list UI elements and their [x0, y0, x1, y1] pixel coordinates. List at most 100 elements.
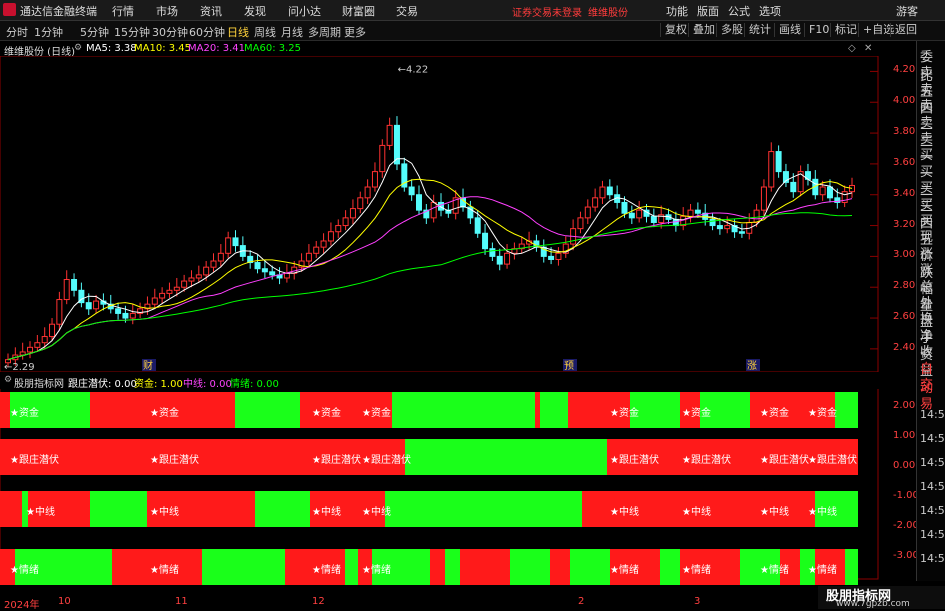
menu-trade[interactable]: 交易	[396, 3, 418, 19]
indicator-row-label: ★跟庄潜伏	[760, 455, 809, 466]
period-daily[interactable]: 日线	[227, 24, 249, 40]
menu-wealth[interactable]: 财富圈	[342, 3, 375, 19]
indicator-segment	[460, 549, 510, 585]
high-price-label: ←4.22	[398, 64, 429, 75]
draw-button[interactable]: 画线	[774, 23, 805, 37]
candle-body	[775, 151, 782, 173]
candle-body	[34, 342, 41, 348]
period-toolbar: 分时 1分钟 5分钟 15分钟 30分钟 60分钟 日线 周线 月线 多周期 更…	[0, 21, 945, 41]
indicator-item-1: 跟庄潜伏: 0.00	[68, 379, 137, 390]
event-marker[interactable]: 预	[564, 360, 574, 372]
period-weekly[interactable]: 周线	[254, 24, 276, 40]
menu-discover[interactable]: 发现	[244, 3, 266, 19]
stats-button[interactable]: 统计	[744, 23, 775, 37]
candle-body	[577, 217, 584, 230]
candle-body	[41, 336, 48, 344]
login-status[interactable]: 证券交易未登录	[512, 4, 582, 19]
indicator-tick-label: -1.00	[893, 490, 919, 501]
candle-body	[159, 292, 166, 299]
candle-body	[716, 225, 723, 230]
indicator-segment	[550, 549, 570, 585]
guest-label[interactable]: 游客	[896, 3, 918, 19]
multi-stock-button[interactable]: 多股	[716, 23, 747, 37]
indicator-tick-label: 0.00	[893, 460, 916, 471]
indicator-row-label: ★资金	[808, 408, 837, 419]
period-60min[interactable]: 60分钟	[189, 24, 225, 40]
indicator-chart[interactable]	[0, 389, 880, 596]
title-bar: 通达信金融终端 行情 市场 资讯 发现 问小达 财富圈 交易 证券交易未登录 维…	[0, 0, 945, 21]
period-more[interactable]: 更多	[344, 24, 366, 40]
indicator-row-label: ★跟庄潜伏	[362, 455, 411, 466]
menu-ask[interactable]: 问小达	[288, 3, 321, 19]
menu-function[interactable]: 功能	[666, 3, 688, 19]
period-monthly[interactable]: 月线	[281, 24, 303, 40]
price-chart[interactable]: ←4.22 ←2.29 财 预 涨	[0, 56, 880, 372]
menu-options[interactable]: 选项	[759, 3, 781, 19]
candle-body	[504, 252, 511, 265]
candle-body	[254, 262, 261, 270]
period-1min[interactable]: 1分钟	[34, 24, 63, 40]
adjust-button[interactable]: 复权	[660, 23, 691, 37]
menu-quotes[interactable]: 行情	[112, 3, 134, 19]
candle-body	[592, 197, 599, 208]
indicator-row-label: ★中线	[26, 507, 55, 518]
candle-body	[166, 289, 173, 294]
y-tick-label: 4.20	[893, 64, 916, 76]
indicator-segment	[345, 549, 358, 585]
candle-body	[489, 248, 496, 257]
candle-body	[320, 240, 327, 248]
candle-body	[430, 201, 437, 219]
candle-body	[173, 286, 180, 291]
period-tick[interactable]: 分时	[6, 24, 28, 40]
indicator-row-label: ★跟庄潜伏	[610, 455, 659, 466]
indicator-settings-icon[interactable]: ⚙	[4, 375, 12, 385]
indicator-row-label: ★跟庄潜伏	[682, 455, 731, 466]
indicator-row-label: ★跟庄潜伏	[808, 455, 857, 466]
candle-body	[393, 124, 400, 165]
period-5min[interactable]: 5分钟	[80, 24, 109, 40]
candle-body	[408, 186, 415, 196]
back-button[interactable]: 返回	[890, 23, 921, 37]
close-icon[interactable]: ✕	[864, 43, 872, 54]
period-multi[interactable]: 多周期	[308, 24, 341, 40]
indicator-row-label: ★跟庄潜伏	[10, 455, 59, 466]
candle-body	[650, 215, 657, 223]
indicator-row-label: ★中线	[610, 507, 639, 518]
menu-news[interactable]: 资讯	[200, 3, 222, 19]
mark-button[interactable]: 标记	[830, 23, 861, 37]
indicator-segment	[510, 549, 550, 585]
indicator-segment	[570, 549, 610, 585]
menu-layout[interactable]: 版面	[697, 3, 719, 19]
candle-body	[269, 271, 276, 276]
indicator-segment	[845, 549, 858, 585]
candle-body	[56, 299, 63, 325]
collapse-icon[interactable]: ◇	[848, 43, 856, 54]
sidebar-time: 14:56	[920, 408, 945, 421]
indicator-legend: ⚙ 股朋指标网 跟庄潜伏: 0.00 资金: 1.00 中线: 0.00 情绪:…	[0, 373, 880, 390]
candle-body	[217, 252, 224, 262]
candle-body	[371, 171, 378, 188]
indicator-row-label: ★情绪	[682, 565, 711, 576]
indicator-row-label: ★情绪	[10, 565, 39, 576]
event-marker[interactable]: 财	[143, 359, 153, 372]
overlay-button[interactable]: 叠加	[688, 23, 719, 37]
f10-button[interactable]: F10	[804, 23, 833, 37]
candle-body	[738, 231, 745, 234]
menu-formula[interactable]: 公式	[728, 3, 750, 19]
period-30min[interactable]: 30分钟	[152, 24, 188, 40]
candle-body	[482, 232, 489, 250]
sidebar-time: 14:56	[920, 552, 945, 565]
candle-body	[195, 274, 202, 279]
candle-body	[49, 323, 56, 338]
settings-icon[interactable]: ⚙	[74, 43, 82, 53]
ma-lines	[7, 158, 853, 361]
candle-body	[327, 231, 334, 242]
menu-market[interactable]: 市场	[156, 3, 178, 19]
period-15min[interactable]: 15分钟	[114, 24, 150, 40]
candle-body	[93, 300, 100, 310]
event-marker[interactable]: 涨	[747, 360, 757, 372]
ma20-value: MA20: 3.41	[188, 43, 246, 54]
candle-body	[27, 346, 34, 353]
sidebar-item[interactable]: 交易	[920, 374, 945, 412]
y-tick-label: 3.60	[893, 156, 916, 168]
